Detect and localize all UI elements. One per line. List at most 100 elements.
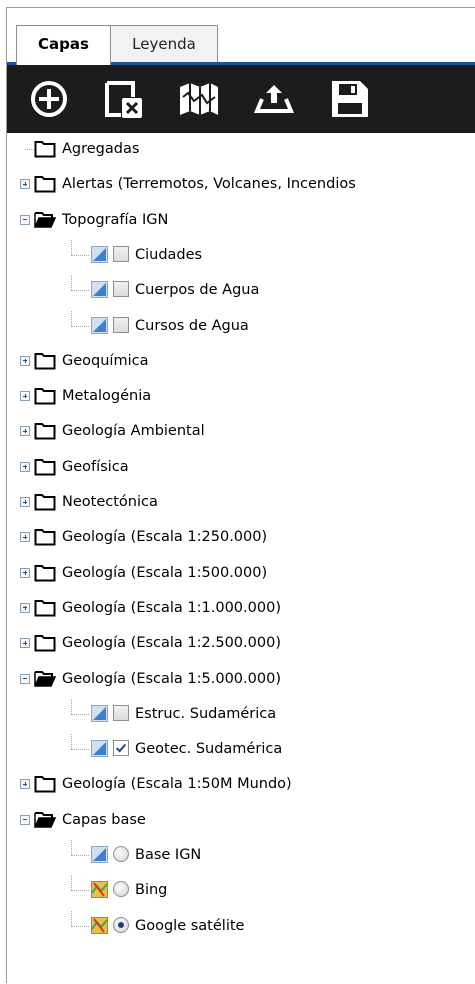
map-button[interactable] bbox=[174, 75, 224, 123]
base-layer-radio[interactable] bbox=[113, 881, 129, 898]
tree-folder-geología-escala-1-50m-mundo[interactable]: Geología (Escala 1:50M Mundo) bbox=[7, 769, 475, 799]
expand-icon[interactable] bbox=[20, 638, 30, 649]
tree-label[interactable]: Topografía IGN bbox=[62, 212, 168, 229]
tree-label[interactable]: Geoquímica bbox=[62, 353, 148, 370]
folder-icon bbox=[34, 527, 56, 546]
tree-label[interactable]: Base IGN bbox=[135, 847, 201, 864]
layer-panel: Capas Leyenda Agregadas Alertas (Terremo… bbox=[6, 7, 475, 983]
tree-label[interactable]: Geología Ambiental bbox=[62, 423, 205, 440]
base-layer-radio[interactable] bbox=[113, 916, 129, 933]
tree-label[interactable]: Google satélite bbox=[135, 918, 244, 935]
tree-connector bbox=[71, 325, 89, 327]
tree-folder-geología-escala-1-1-000-000[interactable]: Geología (Escala 1:1.000.000) bbox=[7, 593, 475, 623]
tree-folder-topografía-ign[interactable]: Topografía IGN bbox=[7, 205, 475, 235]
tree-label[interactable]: Ciudades bbox=[135, 247, 202, 264]
tree-connector bbox=[71, 840, 72, 855]
tree-label[interactable]: Cuerpos de Agua bbox=[135, 282, 259, 299]
expand-icon[interactable] bbox=[20, 391, 30, 402]
tree-layer-cuerpos-de-agua[interactable]: Cuerpos de Agua bbox=[7, 275, 475, 305]
tab-capas[interactable]: Capas bbox=[16, 25, 111, 65]
folder-icon bbox=[34, 633, 56, 652]
folder-icon bbox=[34, 492, 56, 511]
tree-folder-geoquímica[interactable]: Geoquímica bbox=[7, 346, 475, 376]
tree-label[interactable]: Geología (Escala 1:500.000) bbox=[62, 565, 267, 582]
layer-checkbox[interactable] bbox=[113, 316, 129, 333]
tab-leyenda[interactable]: Leyenda bbox=[110, 25, 218, 62]
layer-icon bbox=[91, 704, 108, 722]
tree-label[interactable]: Capas base bbox=[62, 812, 146, 829]
tree-folder-alertas-terremotos-volcanes-incendios[interactable]: Alertas (Terremotos, Volcanes, Incendios bbox=[7, 169, 475, 199]
tree-folder-geología-escala-1-250-000[interactable]: Geología (Escala 1:250.000) bbox=[7, 522, 475, 552]
tree-layer-base-ign[interactable]: Base IGN bbox=[7, 840, 475, 870]
tree-folder-neotectónica[interactable]: Neotectónica bbox=[7, 487, 475, 517]
save-icon bbox=[332, 81, 368, 117]
tree-label[interactable]: Geología (Escala 1:1.000.000) bbox=[62, 600, 281, 617]
tree-label[interactable]: Geología (Escala 1:250.000) bbox=[62, 529, 267, 546]
tree-label[interactable]: Geología (Escala 1:50M Mundo) bbox=[62, 776, 292, 793]
layer-checkbox[interactable] bbox=[113, 245, 129, 262]
tree-folder-agregadas[interactable]: Agregadas bbox=[7, 134, 475, 164]
tree-connector bbox=[25, 149, 34, 150]
tree-connector bbox=[71, 855, 89, 856]
save-button[interactable] bbox=[324, 75, 374, 123]
tree-layer-ciudades[interactable]: Ciudades bbox=[7, 239, 475, 270]
tree-connector bbox=[71, 875, 72, 891]
layer-checkbox[interactable] bbox=[113, 740, 129, 757]
folder-icon bbox=[34, 174, 56, 193]
expand-icon[interactable] bbox=[20, 426, 30, 437]
folder-icon bbox=[34, 598, 56, 617]
expand-icon[interactable] bbox=[20, 602, 30, 613]
expand-icon[interactable] bbox=[20, 497, 30, 507]
tree-folder-metalogénia[interactable]: Metalogénia bbox=[7, 381, 475, 411]
layer-checkbox[interactable] bbox=[113, 704, 129, 721]
folder-open-icon bbox=[34, 210, 57, 229]
layer-icon bbox=[91, 281, 108, 299]
expand-icon[interactable] bbox=[20, 461, 30, 472]
expand-icon[interactable] bbox=[20, 355, 30, 366]
tree-label[interactable]: Geología (Escala 1:5.000.000) bbox=[62, 671, 281, 688]
tree-label[interactable]: Geología (Escala 1:2.500.000) bbox=[62, 635, 281, 652]
tree-label[interactable]: Agregadas bbox=[62, 141, 139, 158]
tree-layer-bing[interactable]: Bing bbox=[7, 875, 475, 905]
remove-layer-icon bbox=[105, 81, 142, 118]
layer-tree: Agregadas Alertas (Terremotos, Volcanes, … bbox=[7, 134, 475, 984]
tree-layer-estruc-sudamérica[interactable]: Estruc. Sudamérica bbox=[7, 698, 475, 729]
tree-label[interactable]: Geotec. Sudamérica bbox=[135, 741, 282, 758]
folder-icon bbox=[34, 386, 56, 405]
tree-folder-capas-base[interactable]: Capas base bbox=[7, 805, 475, 835]
tree-label[interactable]: Estruc. Sudamérica bbox=[135, 706, 276, 723]
tree-folder-geofísica[interactable]: Geofísica bbox=[7, 452, 475, 482]
upload-button[interactable] bbox=[249, 75, 299, 123]
tree-folder-geología-escala-1-2-500-000[interactable]: Geología (Escala 1:2.500.000) bbox=[7, 628, 475, 658]
tree-connector bbox=[71, 310, 72, 326]
tree-connector bbox=[71, 713, 89, 715]
collapse-icon[interactable] bbox=[20, 214, 30, 225]
tree-layer-google-satélite[interactable]: Google satélite bbox=[7, 910, 475, 941]
tree-label[interactable]: Bing bbox=[135, 882, 167, 899]
expand-icon[interactable] bbox=[20, 567, 30, 578]
expand-icon[interactable] bbox=[20, 179, 30, 190]
tree-label[interactable]: Cursos de Agua bbox=[135, 318, 249, 335]
remove-layer-button[interactable] bbox=[99, 75, 149, 123]
collapse-icon[interactable] bbox=[20, 814, 30, 825]
tree-label[interactable]: Geofísica bbox=[62, 459, 129, 476]
tree-folder-geología-ambiental[interactable]: Geología Ambiental bbox=[7, 416, 475, 446]
tree-label[interactable]: Metalogénia bbox=[62, 388, 151, 405]
tree-label[interactable]: Neotectónica bbox=[62, 494, 158, 511]
add-layer-icon bbox=[31, 81, 67, 117]
tree-layer-geotec-sudamérica[interactable]: Geotec. Sudamérica bbox=[7, 734, 475, 764]
add-layer-button[interactable] bbox=[24, 75, 74, 123]
base-layer-radio[interactable] bbox=[113, 846, 129, 862]
tree-connector bbox=[71, 275, 72, 291]
tree-layer-cursos-de-agua[interactable]: Cursos de Agua bbox=[7, 310, 475, 341]
tree-label[interactable]: Alertas (Terremotos, Volcanes, Incendios bbox=[62, 176, 356, 193]
tree-connector bbox=[71, 239, 72, 255]
expand-icon[interactable] bbox=[20, 532, 30, 543]
layer-icon bbox=[91, 846, 108, 863]
collapse-icon[interactable] bbox=[20, 673, 30, 684]
layer-icon bbox=[91, 740, 108, 758]
expand-icon[interactable] bbox=[20, 779, 30, 790]
layer-checkbox[interactable] bbox=[113, 281, 129, 298]
tree-folder-geología-escala-1-500-000[interactable]: Geología (Escala 1:500.000) bbox=[7, 558, 475, 588]
tree-folder-geología-escala-1-5-000-000[interactable]: Geología (Escala 1:5.000.000) bbox=[7, 664, 475, 694]
